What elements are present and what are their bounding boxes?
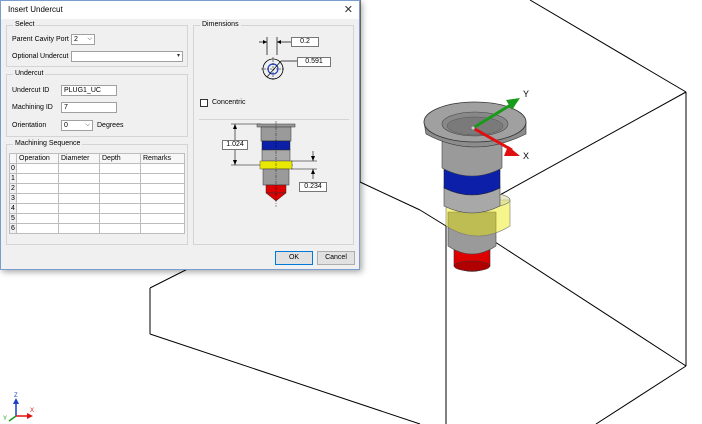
table-cell[interactable] — [99, 193, 141, 204]
machining-id-label: Machining ID — [12, 104, 53, 111]
row-number: 0 — [9, 163, 17, 174]
parent-cavity-port-combo[interactable]: 2 ⌵ — [71, 34, 95, 45]
diameter-dimension-value: 0.591 — [305, 58, 323, 65]
column-header[interactable]: Depth — [99, 153, 141, 164]
width-dimension-value: 0.234 — [304, 183, 322, 190]
triad-z-label: Z — [14, 393, 18, 399]
table-cell[interactable] — [58, 193, 100, 204]
table-cell[interactable] — [58, 223, 100, 234]
table-cell[interactable] — [99, 163, 141, 174]
table-row[interactable]: 1 — [9, 173, 185, 184]
ok-button[interactable]: OK — [275, 251, 313, 265]
depth-dimension-field[interactable]: 1.024 — [222, 140, 248, 150]
dialog-titlebar[interactable]: Insert Undercut ✕ — [1, 1, 359, 19]
close-icon[interactable]: ✕ — [344, 3, 353, 16]
parent-cavity-port-value: 2 — [74, 36, 78, 43]
undercut-id-label: Undercut ID — [12, 87, 50, 94]
table-cell[interactable] — [99, 203, 141, 214]
concentric-label: Concentric — [212, 99, 246, 106]
dimensions-divider — [199, 119, 349, 120]
table-cell[interactable] — [16, 173, 59, 184]
table-cell[interactable] — [99, 223, 141, 234]
undercut-id-field[interactable]: PLUG1_UC — [61, 85, 117, 96]
table-row[interactable]: 3 — [9, 193, 185, 204]
machining-sequence-table[interactable]: Operation Diameter Depth Remarks 0123456 — [9, 153, 185, 234]
table-row[interactable]: 4 — [9, 203, 185, 214]
table-cell[interactable] — [99, 213, 141, 224]
side-view-diagram — [231, 121, 317, 207]
table-cell[interactable] — [99, 173, 141, 184]
table-cell[interactable] — [16, 183, 59, 194]
cancel-button[interactable]: Cancel — [317, 251, 355, 265]
chevron-down-icon: ⌵ — [87, 36, 92, 42]
table-cell[interactable] — [140, 223, 185, 234]
width-dimension-field[interactable]: 0.234 — [299, 182, 327, 192]
table-cell[interactable] — [58, 213, 100, 224]
dimensions-label: Dimensions — [200, 21, 241, 28]
orientation-unit: Degrees — [97, 122, 124, 129]
table-cell[interactable] — [140, 193, 185, 204]
column-header[interactable]: Operation — [16, 153, 59, 164]
row-number: 6 — [9, 223, 17, 234]
dropdown-arrow-icon: ▾ — [176, 53, 180, 59]
table-cell[interactable] — [140, 213, 185, 224]
row-number-header — [9, 153, 17, 164]
undercut-id-value: PLUG1_UC — [64, 87, 101, 94]
chevron-down-icon: ⌵ — [85, 122, 90, 128]
dialog-title: Insert Undercut — [8, 5, 63, 14]
machining-sequence-label: Machining Sequence — [13, 140, 83, 147]
model-axis-y-label: Y — [523, 89, 529, 99]
table-row[interactable]: 2 — [9, 183, 185, 194]
table-cell[interactable] — [140, 183, 185, 194]
optional-undercut-label: Optional Undercut — [12, 53, 69, 60]
table-cell[interactable] — [16, 203, 59, 214]
row-number: 3 — [9, 193, 17, 204]
top-dimension-value: 0.2 — [300, 38, 310, 45]
diameter-dimension-field[interactable]: 0.591 — [297, 57, 331, 67]
table-cell[interactable] — [58, 203, 100, 214]
triad-x-label: X — [30, 408, 34, 414]
table-row[interactable]: 0 — [9, 163, 185, 174]
model-axis-x-label: X — [523, 151, 529, 161]
table-cell[interactable] — [58, 173, 100, 184]
table-cell[interactable] — [58, 183, 100, 194]
triad-y-label: Y — [3, 416, 7, 422]
table-cell[interactable] — [58, 163, 100, 174]
table-cell[interactable] — [140, 173, 185, 184]
row-number: 4 — [9, 203, 17, 214]
table-cell[interactable] — [140, 163, 185, 174]
table-row[interactable]: 5 — [9, 213, 185, 224]
orientation-label: Orientation — [12, 122, 47, 129]
optional-undercut-combo[interactable]: ▾ — [71, 51, 183, 62]
column-header[interactable]: Remarks — [140, 153, 185, 164]
machining-id-value: 7 — [64, 104, 68, 111]
table-cell[interactable] — [140, 203, 185, 214]
row-number: 5 — [9, 213, 17, 224]
insert-undercut-dialog: Insert Undercut ✕ Select Parent Cavity P… — [0, 0, 360, 270]
row-number: 2 — [9, 183, 17, 194]
machining-id-field[interactable]: 7 — [61, 102, 117, 113]
table-row[interactable]: 6 — [9, 223, 185, 234]
parent-cavity-port-label: Parent Cavity Port — [12, 36, 69, 43]
table-cell[interactable] — [16, 193, 59, 204]
table-cell[interactable] — [16, 213, 59, 224]
orientation-combo[interactable]: 0 ⌵ — [61, 120, 93, 131]
table-header-row: Operation Diameter Depth Remarks — [9, 153, 185, 164]
depth-dimension-value: 1.024 — [226, 141, 244, 148]
row-number: 1 — [9, 173, 17, 184]
select-group-label: Select — [13, 21, 37, 28]
table-cell[interactable] — [16, 223, 59, 234]
table-cell[interactable] — [16, 163, 59, 174]
undercut-group-label: Undercut — [13, 70, 46, 77]
column-header[interactable]: Diameter — [58, 153, 100, 164]
top-dimension-field[interactable]: 0.2 — [291, 37, 319, 47]
table-cell[interactable] — [99, 183, 141, 194]
orientation-value: 0 — [64, 122, 68, 129]
concentric-checkbox[interactable] — [200, 99, 208, 107]
